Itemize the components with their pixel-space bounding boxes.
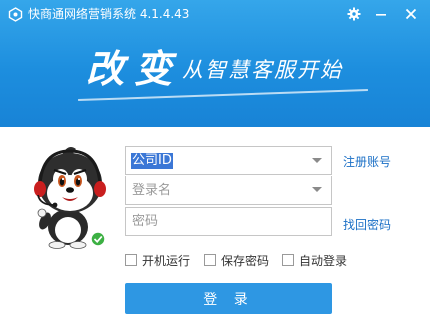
password-input[interactable] bbox=[126, 208, 331, 235]
slogan-sub: 从智慧客服开始 bbox=[182, 58, 343, 82]
login-window: 快商通网络营销系统 4.1.4.43 改变 从智慧客服开始 公司ID 公司ID … bbox=[0, 0, 430, 329]
company-id-field[interactable]: 公司ID bbox=[125, 146, 332, 175]
close-icon bbox=[405, 8, 417, 20]
gear-icon bbox=[347, 7, 361, 21]
slogan-main: 改变 bbox=[86, 46, 183, 91]
chevron-down-icon[interactable] bbox=[312, 187, 322, 192]
login-name-input[interactable] bbox=[126, 176, 331, 204]
auto-login-label: 自动登录 bbox=[299, 253, 348, 268]
app-title: 快商通网络营销系统 4.1.4.43 bbox=[28, 7, 190, 21]
auto-start-checkbox[interactable]: 开机运行 bbox=[125, 251, 190, 269]
company-id-input[interactable] bbox=[126, 147, 331, 174]
password-field[interactable] bbox=[125, 207, 332, 236]
title-bar[interactable]: 快商通网络营销系统 4.1.4.43 bbox=[0, 0, 430, 28]
header-banner: 快商通网络营销系统 4.1.4.43 改变 从智慧客服开始 bbox=[0, 0, 430, 127]
register-link[interactable]: 注册账号 bbox=[343, 153, 391, 170]
app-logo-icon bbox=[8, 7, 23, 22]
checkbox-box[interactable] bbox=[282, 254, 294, 266]
online-status-icon bbox=[90, 231, 106, 247]
save-password-checkbox[interactable]: 保存密码 bbox=[204, 251, 269, 269]
checkbox-box[interactable] bbox=[125, 254, 137, 266]
minimize-button[interactable] bbox=[370, 4, 392, 24]
login-name-field[interactable] bbox=[125, 176, 332, 205]
recover-password-link[interactable]: 找回密码 bbox=[343, 216, 391, 233]
auto-start-label: 开机运行 bbox=[142, 253, 191, 268]
login-options: 开机运行 保存密码 自动登录 bbox=[125, 251, 365, 269]
login-form: 公司ID 注册账号 找回密码 开机运行 保存密码 自动登录 bbox=[0, 127, 430, 329]
save-password-label: 保存密码 bbox=[221, 253, 270, 268]
auto-login-checkbox[interactable]: 自动登录 bbox=[282, 251, 347, 269]
settings-button[interactable] bbox=[343, 4, 365, 24]
mascot-avatar[interactable] bbox=[32, 143, 108, 249]
checkbox-box[interactable] bbox=[204, 254, 216, 266]
close-button[interactable] bbox=[400, 4, 422, 24]
chevron-down-icon[interactable] bbox=[312, 158, 322, 163]
minimize-icon bbox=[376, 14, 386, 16]
login-button[interactable]: 登 录 bbox=[125, 283, 332, 314]
